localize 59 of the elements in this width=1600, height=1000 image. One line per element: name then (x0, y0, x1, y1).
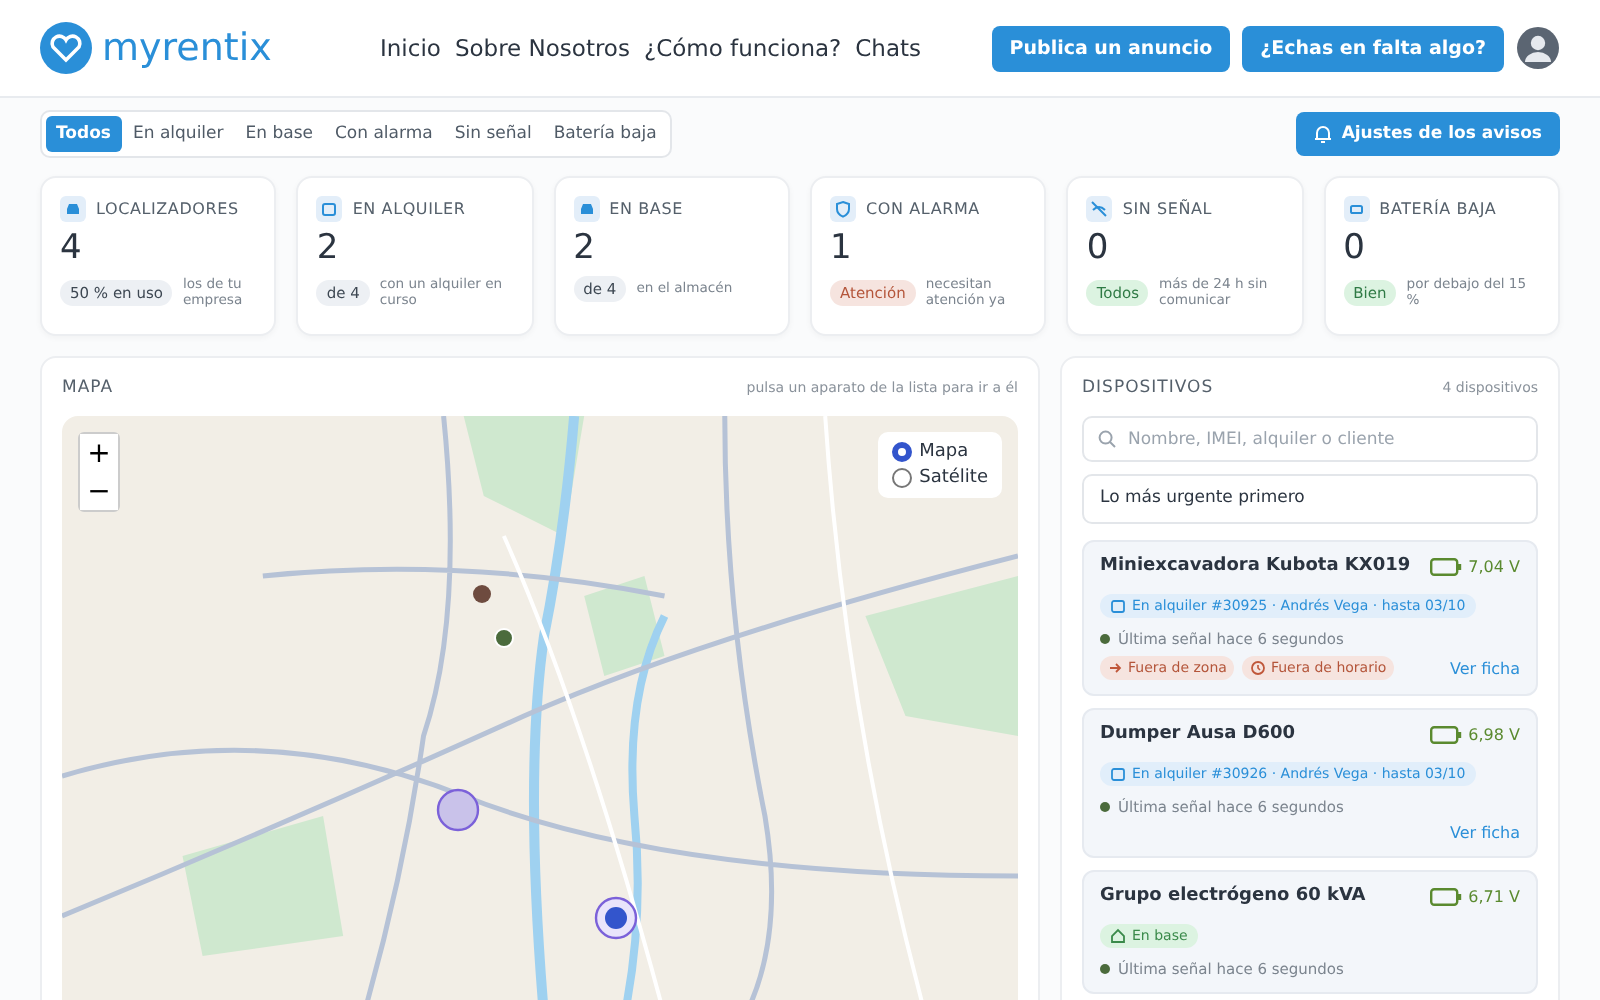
stat-value: 0 (1343, 228, 1367, 268)
filter-tab[interactable]: En base (235, 116, 323, 152)
stat-title: LOCALIZADORES (96, 200, 239, 218)
nav-link[interactable]: ¿Cómo funciona? (643, 34, 842, 62)
battery-icon (1430, 725, 1463, 743)
calendar-icon (1110, 598, 1126, 614)
stat-value: 1 (830, 228, 854, 268)
car-icon (60, 196, 86, 222)
map-marker-icon[interactable] (436, 788, 480, 832)
house-icon (1110, 928, 1126, 944)
stat-value: 2 (316, 228, 341, 268)
battery-voltage: 7,04 V (1468, 557, 1520, 575)
filter-tab[interactable]: Batería baja (543, 116, 667, 152)
signal-dot-icon (1100, 964, 1110, 974)
stat-value: 0 (1086, 228, 1111, 268)
device-name: Dumper Ausa D600 (1100, 724, 1296, 744)
nav-link[interactable]: Chats (855, 34, 922, 62)
stat-title: EN BASE (609, 200, 683, 218)
battery-icon (1430, 887, 1463, 905)
radio-button[interactable] (891, 442, 912, 462)
map-marker-icon[interactable] (472, 584, 492, 604)
filter-tab[interactable]: En alquiler (123, 116, 234, 152)
search-field[interactable]: Nombre, IMEI, alquiler o cliente (1082, 416, 1538, 462)
logo-icon (40, 22, 92, 74)
panel-title: MAPA (62, 378, 114, 398)
battery-voltage: 6,98 V (1468, 725, 1520, 743)
stat-value: 2 (573, 228, 597, 268)
stat-value: 4 (60, 228, 84, 268)
stat-title: CON ALARMA (866, 200, 980, 218)
car-icon (573, 196, 600, 222)
arrow-icon (1108, 660, 1124, 676)
nav-link[interactable]: Sobre Nosotros (454, 34, 630, 62)
stat-title: BATERÍA BAJA (1379, 200, 1497, 218)
calendar-icon (316, 196, 343, 222)
device-name: Miniexcavadora Kubota KX019 (1100, 556, 1411, 576)
avatar-icon[interactable] (1516, 26, 1560, 70)
map-type-label[interactable]: Satélite (919, 468, 988, 488)
filter-tab[interactable]: Sin señal (444, 116, 542, 152)
panel-title: DISPOSITIVOS (1082, 378, 1214, 398)
bell-icon (1313, 124, 1332, 144)
signal-dot-icon (1100, 634, 1110, 644)
battery-icon (1430, 557, 1463, 575)
map-type-label[interactable]: Mapa (919, 442, 969, 462)
battery-voltage: 6,71 V (1468, 887, 1520, 905)
stat-title: SIN SEÑAL (1122, 200, 1213, 218)
signal-dot-icon (1100, 802, 1110, 812)
clock-icon (1250, 660, 1267, 676)
calendar-icon (1110, 766, 1126, 782)
filter-tab[interactable]: Con alarma (325, 116, 443, 152)
search-icon (1098, 430, 1116, 448)
battery-icon (1343, 196, 1370, 222)
radio-button[interactable] (891, 468, 912, 488)
device-name: Grupo electrógeno 60 kVA (1100, 886, 1366, 906)
shield-icon (830, 196, 856, 222)
map-marker-icon[interactable] (594, 896, 638, 940)
stat-title: EN ALQUILER (352, 200, 466, 218)
no-signal-icon (1086, 196, 1113, 222)
sort-dropdown[interactable]: Lo más urgente primero (1082, 474, 1538, 524)
nav-link[interactable]: Inicio (380, 34, 441, 62)
